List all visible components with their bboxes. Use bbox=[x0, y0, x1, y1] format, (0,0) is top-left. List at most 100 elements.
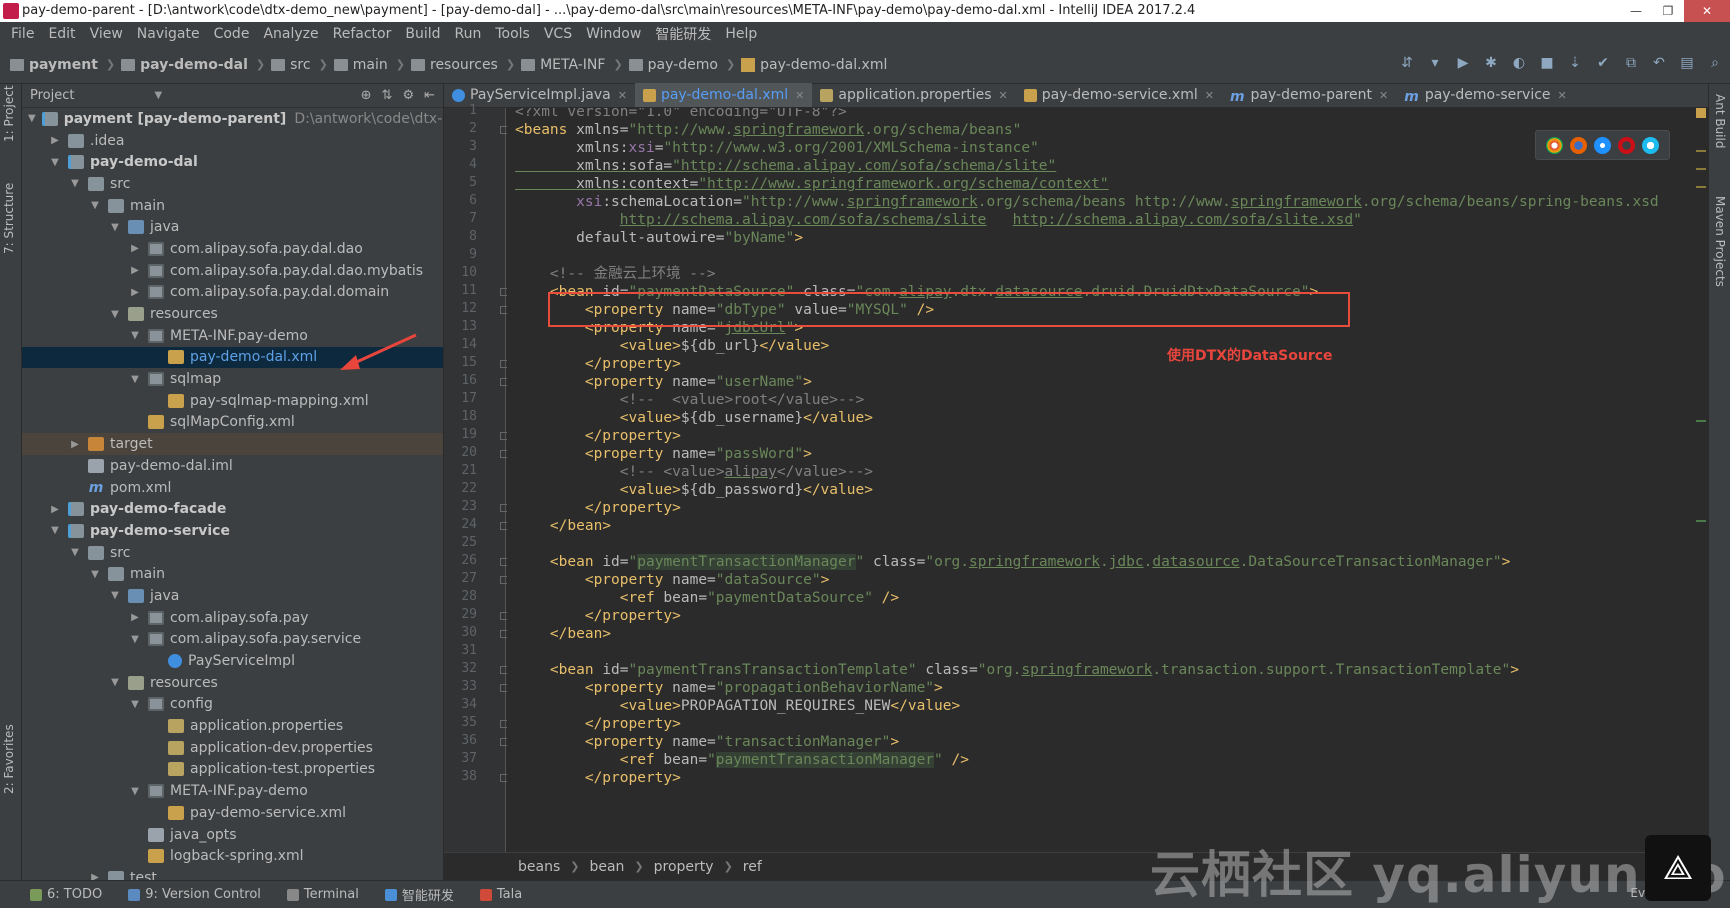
status-tool-button[interactable]: 9: Version Control bbox=[128, 887, 261, 902]
hide-icon[interactable]: ⇤ bbox=[424, 88, 435, 103]
maximize-button[interactable]: ❐ bbox=[1652, 0, 1684, 22]
change-marker[interactable] bbox=[1696, 520, 1706, 522]
collapsed-arrow-icon[interactable]: ▶ bbox=[128, 243, 142, 254]
change-marker[interactable] bbox=[1696, 420, 1706, 422]
status-tool-button[interactable]: 6: TODO bbox=[30, 887, 102, 902]
tree-node[interactable]: ▼ java bbox=[22, 216, 443, 238]
menu-item-10[interactable]: VCS bbox=[537, 26, 579, 42]
tool-tab-maven-projects[interactable]: Maven Projects bbox=[1713, 196, 1727, 287]
close-tab-icon[interactable]: ✕ bbox=[618, 89, 627, 102]
tool-tab-favorites[interactable]: 2: Favorites bbox=[2, 724, 16, 794]
locate-icon[interactable]: ⊕ bbox=[361, 88, 372, 103]
tree-node[interactable]: ▼ java bbox=[22, 585, 443, 607]
expanded-arrow-icon[interactable]: ▼ bbox=[68, 178, 82, 189]
chevron-down-icon[interactable]: ▼ bbox=[154, 90, 162, 101]
structure-icon[interactable]: ▤ bbox=[1678, 54, 1696, 72]
breadcrumb-item[interactable]: pay-demo-dal.xml bbox=[741, 57, 887, 73]
tree-node[interactable]: ▶ com.alipay.sofa.pay.dal.dao.mybatis bbox=[22, 260, 443, 282]
tree-node[interactable]: ▶ com.alipay.sofa.pay bbox=[22, 607, 443, 629]
breadcrumb-item[interactable]: src ❯ bbox=[271, 57, 328, 73]
breadcrumb-item[interactable]: payment ❯ bbox=[10, 57, 115, 73]
editor-breadcrumb-item[interactable]: beans bbox=[518, 859, 560, 875]
expanded-arrow-icon[interactable]: ▼ bbox=[128, 699, 142, 710]
expanded-arrow-icon[interactable]: ▼ bbox=[128, 786, 142, 797]
tree-node[interactable]: ▶ com.alipay.sofa.pay.dal.dao bbox=[22, 238, 443, 260]
tree-node[interactable]: ▶ test bbox=[22, 867, 443, 880]
menu-item-1[interactable]: Edit bbox=[41, 26, 82, 42]
project-view-selector[interactable]: Project bbox=[30, 88, 74, 103]
warning-marker[interactable] bbox=[1696, 168, 1706, 170]
tree-node[interactable]: ▼ pay-demo-service bbox=[22, 520, 443, 542]
tree-node[interactable]: application-dev.properties bbox=[22, 737, 443, 759]
breadcrumb-item[interactable]: main ❯ bbox=[333, 57, 405, 73]
tree-node[interactable]: ▶ target bbox=[22, 433, 443, 455]
editor-tab[interactable]: pay-demo-service.xml ✕ bbox=[1016, 83, 1222, 107]
search-icon[interactable]: ⌕ bbox=[1706, 54, 1724, 72]
collapse-icon[interactable]: ⇅ bbox=[382, 88, 393, 103]
expanded-arrow-icon[interactable]: ▼ bbox=[128, 330, 142, 341]
expanded-arrow-icon[interactable]: ▼ bbox=[128, 374, 142, 385]
opera-icon[interactable] bbox=[1618, 136, 1636, 154]
coverage-icon[interactable]: ◐ bbox=[1510, 54, 1528, 72]
close-tab-icon[interactable]: ✕ bbox=[1379, 89, 1388, 102]
close-tab-icon[interactable]: ✕ bbox=[1558, 89, 1567, 102]
editor-breadcrumb-item[interactable]: bean bbox=[589, 859, 624, 875]
warning-marker[interactable] bbox=[1696, 150, 1706, 152]
status-tool-button[interactable]: 智能研发 bbox=[384, 885, 454, 904]
menu-item-11[interactable]: Window bbox=[579, 26, 648, 42]
editor-tab[interactable]: pay-demo-dal.xml ✕ bbox=[634, 83, 813, 107]
tree-node[interactable]: java_opts bbox=[22, 824, 443, 846]
tool-tab-ant-build[interactable]: Ant Build bbox=[1713, 94, 1727, 148]
firefox-icon[interactable] bbox=[1569, 136, 1587, 154]
tree-node[interactable]: m pom.xml bbox=[22, 477, 443, 499]
editor-breadcrumb-item[interactable]: property bbox=[654, 859, 714, 875]
collapsed-arrow-icon[interactable]: ▶ bbox=[88, 872, 102, 880]
menu-item-9[interactable]: Tools bbox=[488, 26, 537, 42]
tree-node[interactable]: ▼ config bbox=[22, 694, 443, 716]
menu-item-5[interactable]: Analyze bbox=[256, 26, 325, 42]
expanded-arrow-icon[interactable]: ▼ bbox=[28, 113, 36, 124]
build-icon[interactable]: ⇵ bbox=[1398, 54, 1416, 72]
menu-item-6[interactable]: Refactor bbox=[326, 26, 399, 42]
ie-icon[interactable] bbox=[1642, 136, 1660, 154]
collapsed-arrow-icon[interactable]: ▶ bbox=[68, 439, 82, 450]
tree-node[interactable]: ▶ .idea bbox=[22, 130, 443, 152]
tree-node[interactable]: ▼ resources bbox=[22, 672, 443, 694]
tree-node[interactable]: pay-demo-dal.iml bbox=[22, 455, 443, 477]
menu-item-7[interactable]: Build bbox=[398, 26, 447, 42]
tree-node[interactable]: application-test.properties bbox=[22, 759, 443, 781]
tree-node[interactable]: pay-demo-service.xml bbox=[22, 802, 443, 824]
collapsed-arrow-icon[interactable]: ▶ bbox=[48, 504, 62, 515]
tree-node[interactable]: ▶ com.alipay.sofa.pay.dal.domain bbox=[22, 282, 443, 304]
expanded-arrow-icon[interactable]: ▼ bbox=[88, 200, 102, 211]
tree-node[interactable]: ▶ pay-demo-facade bbox=[22, 498, 443, 520]
tree-node[interactable]: ▼ com.alipay.sofa.pay.service bbox=[22, 629, 443, 651]
tree-node[interactable]: application.properties bbox=[22, 715, 443, 737]
close-tab-icon[interactable]: ✕ bbox=[795, 89, 804, 102]
revert-icon[interactable]: ↶ bbox=[1650, 54, 1668, 72]
breadcrumb-item[interactable]: resources ❯ bbox=[411, 57, 515, 73]
expanded-arrow-icon[interactable]: ▼ bbox=[48, 525, 62, 536]
collapsed-arrow-icon[interactable]: ▶ bbox=[128, 612, 142, 623]
tree-node[interactable]: pay-sqlmap-mapping.xml bbox=[22, 390, 443, 412]
stop-icon[interactable]: ■ bbox=[1538, 54, 1556, 72]
close-tab-icon[interactable]: ✕ bbox=[1205, 89, 1214, 102]
tree-node[interactable]: ▼ src bbox=[22, 542, 443, 564]
vcs-commit-icon[interactable]: ✔ bbox=[1594, 54, 1612, 72]
expanded-arrow-icon[interactable]: ▼ bbox=[108, 677, 122, 688]
tree-node[interactable]: ▼ META-INF.pay-demo bbox=[22, 780, 443, 802]
tree-node[interactable]: logback-spring.xml bbox=[22, 845, 443, 867]
collapsed-arrow-icon[interactable]: ▶ bbox=[128, 287, 142, 298]
breadcrumb-item[interactable]: pay-demo ❯ bbox=[628, 57, 735, 73]
menu-item-3[interactable]: Navigate bbox=[130, 26, 207, 42]
tree-node[interactable]: PayServiceImpl bbox=[22, 650, 443, 672]
vcs-history-icon[interactable]: ⧉ bbox=[1622, 54, 1640, 72]
tree-node[interactable]: ▼ resources bbox=[22, 303, 443, 325]
expanded-arrow-icon[interactable]: ▼ bbox=[88, 569, 102, 580]
tree-node[interactable]: ▼ payment [pay-demo-parent] D:\antwork\cod… bbox=[22, 108, 443, 130]
gear-icon[interactable]: ⚙ bbox=[402, 88, 414, 103]
status-tool-button[interactable]: Terminal bbox=[286, 887, 359, 902]
tree-node[interactable]: ▼ main bbox=[22, 563, 443, 585]
safari-icon[interactable] bbox=[1593, 136, 1611, 154]
tree-node[interactable]: sqlMapConfig.xml bbox=[22, 412, 443, 434]
